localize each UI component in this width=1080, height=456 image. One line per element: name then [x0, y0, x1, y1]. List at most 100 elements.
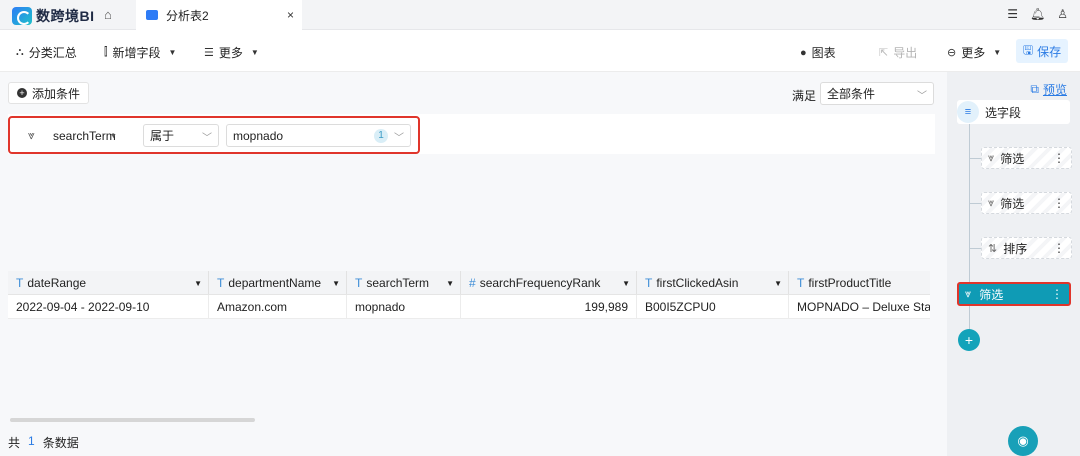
chevron-down-icon: ﹀ [917, 91, 927, 102]
more-right-button[interactable]: ⊖ 更多 ▼ [947, 44, 1001, 61]
chat-icon: ◉ [1017, 433, 1029, 448]
table-cell: B00I5ZCPU0 [637, 295, 789, 318]
step-branch [969, 158, 981, 159]
list-icon: ☰ [204, 47, 214, 59]
toolbar: ⛬ 分类汇总 ⫿ 新增字段 ▼ ☰ 更多 ▼ ● 图表 ⇱ 导出 ⊖ 更多 ▼ … [0, 30, 1080, 72]
total-prefix: 共 [8, 436, 21, 450]
app-logo[interactable]: 数跨境BI [12, 6, 95, 26]
filter-icon: ⩔ [965, 287, 972, 300]
text-type-icon: T [217, 275, 225, 290]
save-button[interactable]: 🖫 保存 [1016, 39, 1068, 63]
save-icon: 🖫 [1022, 42, 1034, 57]
text-type-icon: T [797, 275, 805, 290]
filter-icon: ⩔ [988, 196, 995, 209]
top-bar: 数跨境BI ⌂ 分析表2 × ☰ 🔔︎ ♙ [0, 0, 1080, 30]
chevron-down-icon: ﹀ [394, 133, 404, 144]
dropdown-icon[interactable]: ▼ [774, 279, 782, 288]
dropdown-icon[interactable]: ▼ [446, 279, 454, 288]
field-list-icon: ≡ [957, 101, 979, 123]
export-button[interactable]: ⇱ 导出 [879, 44, 917, 61]
more-vertical-icon[interactable]: ⋮ [1051, 287, 1063, 301]
step-sort[interactable]: ⇅ 排序 ⋮ [981, 237, 1072, 259]
table-cell: 199,989 [461, 295, 637, 318]
preview-link[interactable]: ⧉ 预览 [1030, 81, 1067, 98]
preview-icon: ⧉ [1030, 82, 1039, 96]
column-header-daterange[interactable]: T dateRange ▼ [8, 271, 209, 294]
column-header-label: dateRange [27, 275, 87, 290]
table-row[interactable]: 2022-09-04 - 2022-09-10 Amazon.com mopna… [8, 295, 930, 319]
filter-value: mopnado [233, 128, 284, 143]
satisfy-select[interactable]: 全部条件 ﹀ [820, 82, 934, 105]
sort-icon: ⇅ [988, 242, 998, 255]
caret-down-icon: ▼ [168, 48, 177, 57]
logo-icon [12, 7, 32, 25]
plus-icon: + [17, 88, 27, 98]
chart-label: 图表 [811, 46, 836, 60]
hierarchy-icon: ⛬ [16, 46, 24, 58]
step-label: 筛选 [979, 287, 1004, 302]
column-header-searchfrequencyrank[interactable]: # searchFrequencyRank ▼ [461, 271, 637, 294]
caret-down-icon: ▼ [993, 48, 1002, 57]
list-icon[interactable]: ☰ [1007, 7, 1018, 21]
dropdown-icon[interactable]: ▼ [622, 279, 630, 288]
more-circle-icon: ⊖ [947, 47, 957, 59]
add-field-label: 新增字段 [112, 46, 161, 60]
step-filter-2[interactable]: ⩔ 筛选 ⋮ [981, 192, 1072, 214]
tab-analysis-2[interactable]: 分析表2 × [136, 0, 302, 30]
step-filter-active[interactable]: ⩔ 筛选 ⋮ [957, 282, 1071, 306]
filter-value-select[interactable]: mopnado 1 ﹀ [226, 124, 411, 147]
preview-label: 预览 [1042, 83, 1067, 97]
add-field-button[interactable]: ⫿ 新增字段 ▼ [104, 44, 176, 61]
horizontal-scrollbar[interactable] [10, 418, 255, 422]
filter-field[interactable]: searchTerm [53, 129, 116, 143]
data-table: T dateRange ▼ T departmentName ▼ T searc… [8, 271, 930, 319]
column-header-firstproducttitle[interactable]: T firstProductTitle [789, 271, 930, 294]
chart-button[interactable]: ● 图表 [800, 44, 836, 61]
dropdown-icon[interactable]: ▼ [194, 279, 202, 288]
add-column-icon: ⫿ [104, 46, 108, 58]
chat-support-button[interactable]: ◉ [1008, 426, 1038, 456]
step-label: 筛选 [1000, 151, 1025, 166]
more-vertical-icon[interactable]: ⋮ [1053, 241, 1065, 255]
dropdown-icon[interactable]: ▼ [332, 279, 340, 288]
column-header-departmentname[interactable]: T departmentName ▼ [209, 271, 347, 294]
satisfy-value: 全部条件 [827, 87, 876, 101]
summary-label: 分类汇总 [28, 46, 77, 60]
filter-operator-select[interactable]: 属于 ﹀ [143, 124, 219, 147]
selected-count-badge: 1 [374, 129, 388, 143]
add-condition-label: 添加条件 [32, 86, 81, 101]
table-cell: Amazon.com [209, 295, 347, 318]
number-type-icon: # [469, 275, 476, 290]
bell-icon[interactable]: 🔔︎ [1030, 7, 1045, 21]
more-left-button[interactable]: ☰ 更多 ▼ [204, 44, 259, 61]
home-icon[interactable]: ⌂ [104, 8, 118, 22]
column-header-label: searchTerm [366, 275, 430, 290]
filter-icon: ⩔ [988, 151, 995, 164]
step-label: 选字段 [985, 105, 1022, 120]
column-header-searchterm[interactable]: T searchTerm ▼ [347, 271, 461, 294]
row-count: 共 1 条数据 [8, 434, 79, 451]
add-condition-button[interactable]: + 添加条件 [8, 82, 90, 104]
summary-button[interactable]: ⛬ 分类汇总 [16, 44, 77, 61]
satisfy-label: 满足 [792, 89, 817, 103]
close-icon[interactable]: × [287, 8, 294, 22]
user-icon[interactable]: ♙ [1057, 7, 1068, 21]
step-select-fields[interactable]: ≡ 选字段 [957, 100, 1070, 124]
column-header-firstclickedasin[interactable]: T firstClickedAsin ▼ [637, 271, 789, 294]
caret-down-icon[interactable]: ▼ [110, 133, 117, 140]
export-label: 导出 [893, 46, 918, 60]
top-right-icons: ☰ 🔔︎ ♙ [1007, 7, 1068, 21]
table-cell: 2022-09-04 - 2022-09-10 [8, 295, 209, 318]
step-filter-1[interactable]: ⩔ 筛选 ⋮ [981, 147, 1072, 169]
total-count: 1 [28, 434, 35, 448]
column-header-label: searchFrequencyRank [479, 275, 601, 290]
export-icon: ⇱ [879, 47, 889, 59]
add-step-button[interactable]: + [958, 329, 980, 351]
step-label: 排序 [1003, 241, 1028, 256]
step-panel: ⧉ 预览 ≡ 选字段 ⩔ 筛选 ⋮ ⩔ 筛选 ⋮ ⇅ 排序 ⋮ ⩔ 筛选 ⋮ +… [947, 72, 1080, 456]
more-vertical-icon[interactable]: ⋮ [1053, 196, 1065, 210]
save-label: 保存 [1037, 44, 1062, 59]
table-cell: MOPNADO – Deluxe Stainle [797, 299, 930, 314]
more-right-label: 更多 [961, 46, 986, 60]
more-vertical-icon[interactable]: ⋮ [1053, 151, 1065, 165]
